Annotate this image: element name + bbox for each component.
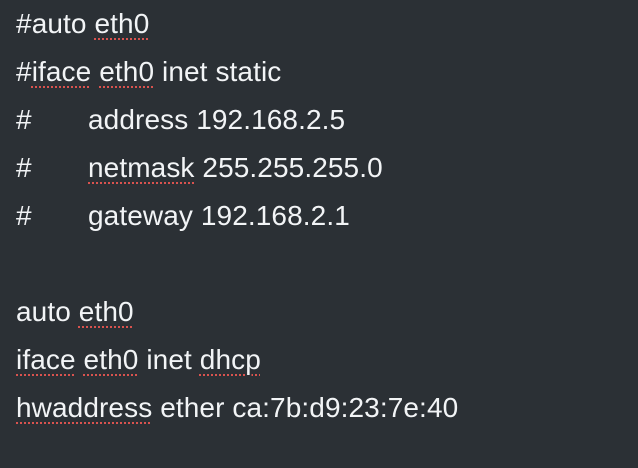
code-text: auto [31,8,95,39]
code-text: gateway 192.168.2.1 [88,200,350,231]
spellcheck-word: eth0 [83,344,139,375]
comment-hash: # [16,8,32,39]
comment-hash: # [16,152,32,183]
code-text: address 192.168.2.5 [88,104,346,135]
spellcheck-word: hwaddress [16,392,153,423]
comment-hash: # [16,200,32,231]
spellcheck-word: eth0 [78,296,134,327]
code-line: # netmask 255.255.255.0 [16,150,638,198]
code-line: hwaddress ether ca:7b:d9:23:7e:40 [16,390,638,438]
spellcheck-word: netmask [88,152,195,183]
code-line: # gateway 192.168.2.1 [16,198,638,246]
spellcheck-word: dhcp [199,344,261,375]
code-text: inet [138,344,200,375]
code-text: auto [16,296,79,327]
code-line: #auto eth0 [16,6,638,54]
comment-hash: # [16,56,32,87]
spellcheck-word: iface [31,56,92,87]
code-line: # address 192.168.2.5 [16,102,638,150]
code-line: iface eth0 inet dhcp [16,342,638,390]
comment-hash: # [16,104,32,135]
spellcheck-word: eth0 [94,8,150,39]
spellcheck-word: eth0 [99,56,155,87]
text-editor[interactable]: #auto eth0 #iface eth0 inet static # addr… [0,0,638,468]
code-line: auto eth0 [16,294,638,342]
code-text: 255.255.255.0 [194,152,383,183]
code-text: inet static [154,56,282,87]
code-line: #iface eth0 inet static [16,54,638,102]
code-text: ether ca:7b:d9:23:7e:40 [152,392,459,423]
spellcheck-word: iface [16,344,76,375]
